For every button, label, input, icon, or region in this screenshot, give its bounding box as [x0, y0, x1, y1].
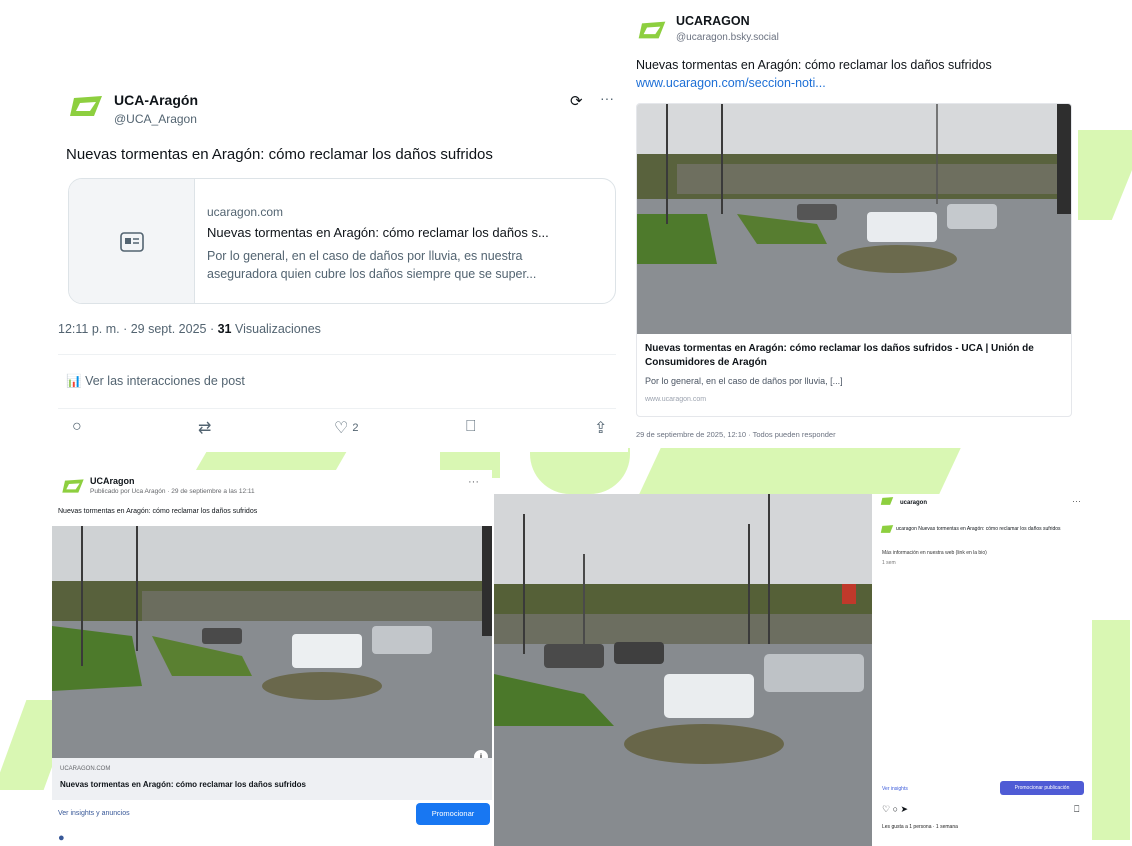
link-preview-card[interactable]: Nuevas tormentas en Aragón: cómo reclama…: [636, 103, 1072, 417]
share-icon: ⇪: [594, 420, 608, 437]
view-interactions-link[interactable]: 📊 Ver las interacciones de post: [66, 374, 245, 389]
reply-icon: ○: [72, 418, 82, 435]
more-options-icon[interactable]: ···: [600, 90, 614, 106]
more-options-icon[interactable]: ···: [468, 476, 479, 488]
flooded-street-photo: [637, 104, 1071, 334]
display-name[interactable]: UCA-Aragón: [114, 92, 198, 108]
like-icon[interactable]: ●: [58, 832, 65, 844]
comment-icon: ○: [892, 804, 899, 814]
account-name[interactable]: ucaragon: [900, 500, 927, 506]
instagram-post-panel: ucaragon ··· ucaragon Nuevas tormentas e…: [874, 494, 1092, 846]
bsky-post-card: UCARAGON @ucaragon.bsky.social Nuevas to…: [630, 8, 1078, 448]
uca-logo: [880, 524, 894, 534]
chart-icon: 📊: [66, 374, 82, 388]
uca-logo[interactable]: [68, 94, 104, 118]
link-preview-card[interactable]: ucaragon.com Nuevas tormentas en Aragón:…: [68, 178, 616, 304]
insights-link[interactable]: Ver insights: [882, 786, 908, 792]
card-domain: www.ucaragon.com: [645, 396, 707, 403]
reply-button[interactable]: ○: [72, 418, 82, 436]
post-link[interactable]: www.ucaragon.com/seccion-noti...: [636, 76, 826, 90]
caption: ucaragon Nuevas tormentas en Aragón: cóm…: [896, 526, 1061, 532]
post-meta: 12:11 p. m. · 29 sept. 2025 · 31 Visuali…: [58, 322, 321, 336]
decor-stripe: [1090, 620, 1130, 840]
bookmark-icon: ⎕: [466, 418, 476, 435]
repost-button[interactable]: ⇄: [198, 418, 211, 438]
heart-icon: ♡: [882, 804, 891, 814]
like-button[interactable]: ♡ 2: [334, 418, 358, 438]
caption-time: 1 sem: [882, 560, 896, 566]
repost-icon: ⇄: [198, 420, 212, 437]
display-name[interactable]: UCARAGON: [676, 14, 750, 28]
insights-link[interactable]: Ver insights y anuncios: [58, 810, 130, 817]
decor-stripe: [639, 448, 961, 494]
likes-text: Les gusta a 1 persona · 1 semana: [882, 824, 958, 830]
heart-icon: ♡: [334, 420, 349, 437]
user-handle[interactable]: @UCA_Aragon: [114, 112, 197, 126]
post-text: Nuevas tormentas en Aragón: cómo reclama…: [58, 508, 258, 515]
bookmark-button[interactable]: ⎕: [466, 418, 476, 436]
flooded-street-photo[interactable]: [494, 494, 872, 846]
divider: [58, 408, 616, 409]
send-icon: ➤: [900, 804, 909, 814]
link-domain: ucaragon.com: [207, 205, 284, 219]
decor-stripe: [530, 448, 630, 494]
link-title: Nuevas tormentas en Aragón: cómo reclama…: [60, 780, 306, 789]
uca-logo[interactable]: [880, 496, 894, 506]
x-post-card: UCA-Aragón @UCA_Aragon ⟳ ··· Nuevas torm…: [52, 78, 628, 452]
divider: [58, 354, 616, 355]
article-icon: [69, 179, 195, 303]
page-name[interactable]: UCAragon: [90, 476, 135, 486]
link-title: Nuevas tormentas en Aragón: cómo reclama…: [207, 225, 549, 240]
link-bar[interactable]: [52, 758, 492, 800]
action-icons[interactable]: ♡ ○ ➤: [882, 804, 908, 815]
flooded-street-photo[interactable]: [52, 526, 492, 758]
post-text: Nuevas tormentas en Aragón: cómo reclama…: [66, 146, 493, 163]
card-description: Por lo general, en el caso de daños por …: [645, 376, 843, 386]
uca-logo[interactable]: [636, 20, 668, 40]
caption-extra: Más información en nuestra web (link en …: [882, 550, 987, 556]
link-domain: UCARAGON.COM: [60, 766, 111, 772]
card-title: Nuevas tormentas en Aragón: cómo reclama…: [645, 343, 1034, 368]
bookmark-icon[interactable]: ⎕: [1074, 804, 1079, 815]
more-options-icon[interactable]: ···: [1072, 496, 1081, 506]
promote-button[interactable]: Promocionar: [416, 803, 490, 825]
link-description: Por lo general, en el caso de daños por …: [207, 249, 537, 281]
post-text: Nuevas tormentas en Aragón: cómo reclama…: [636, 58, 992, 72]
post-subtitle: Publicado por Uca Aragón · 29 de septiem…: [90, 488, 255, 495]
share-button[interactable]: ⇪: [594, 418, 607, 438]
grok-icon[interactable]: ⟳: [570, 92, 583, 110]
boost-button[interactable]: Promocionar publicación: [1000, 781, 1084, 795]
facebook-post-card: UCAragon Publicado por Uca Aragón · 29 d…: [52, 470, 492, 846]
uca-logo[interactable]: [60, 478, 86, 494]
user-handle[interactable]: @ucaragon.bsky.social: [676, 32, 779, 43]
post-footer: 29 de septiembre de 2025, 12:10 · Todos …: [636, 430, 836, 439]
